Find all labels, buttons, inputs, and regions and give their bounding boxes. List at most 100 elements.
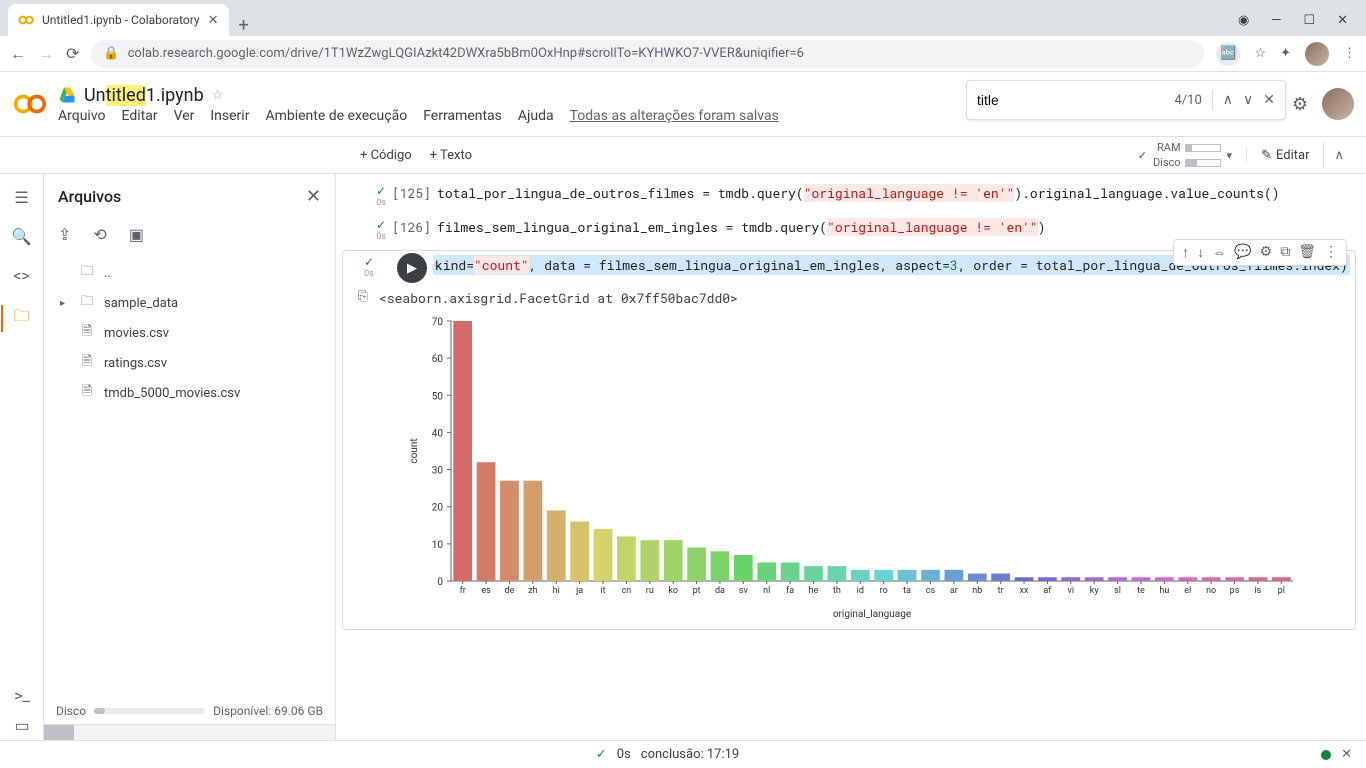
- move-up-icon[interactable]: ↑: [1182, 244, 1189, 261]
- menu-editar[interactable]: Editar: [122, 108, 158, 124]
- cell-code[interactable]: filmes_sem_lingua_original_em_ingles = t…: [437, 216, 1356, 238]
- files-icon[interactable]: 🗀: [1, 305, 29, 332]
- disk-usage: Disco Disponível: 69.06 GB: [44, 698, 335, 724]
- bookmark-icon[interactable]: ☆: [1254, 46, 1266, 61]
- refresh-icon[interactable]: ⟲: [93, 225, 106, 244]
- new-tab-button[interactable]: +: [229, 15, 259, 36]
- code-cell-active[interactable]: ↑ ↓ ⇔ 💬 ⚙ ⧉ 🗑 ⋮ ✓0s ▶ kind="count", data…: [342, 250, 1356, 630]
- svg-text:da: da: [715, 586, 725, 596]
- reload-button[interactable]: ⟳: [66, 44, 79, 63]
- cell-prompt: [126]: [392, 216, 431, 236]
- forward-button[interactable]: →: [38, 44, 54, 64]
- svg-text:50: 50: [432, 391, 444, 402]
- edit-mode-button[interactable]: ✎ Editar: [1246, 148, 1309, 163]
- folder-sample-data[interactable]: ▸🗀sample_data: [54, 288, 325, 318]
- menu-ver[interactable]: Ver: [174, 108, 195, 124]
- svg-text:fr: fr: [460, 586, 466, 596]
- cell-prompt: [125]: [392, 182, 431, 202]
- menu-ambiente[interactable]: Ambiente de execução: [265, 108, 407, 124]
- svg-text:40: 40: [432, 428, 444, 439]
- status-close-icon[interactable]: ✕: [1341, 747, 1352, 762]
- user-avatar[interactable]: [1322, 88, 1354, 120]
- resource-indicator[interactable]: ✓ RAM Disco ▾: [1138, 141, 1232, 169]
- svg-text:ky: ky: [1090, 586, 1100, 596]
- maximize-icon[interactable]: ☐: [1303, 13, 1315, 28]
- chrome-menu-icon[interactable]: ⋮: [1343, 46, 1356, 61]
- translate-icon[interactable]: 🔤: [1216, 42, 1240, 66]
- move-down-icon[interactable]: ↓: [1197, 244, 1204, 261]
- code-cell-125[interactable]: ✓0s [125] total_por_lingua_de_outros_fil…: [342, 182, 1356, 208]
- link-icon[interactable]: ⇔: [1212, 244, 1226, 261]
- menu-arquivo[interactable]: Arquivo: [58, 108, 106, 124]
- svg-text:hi: hi: [553, 586, 560, 596]
- record-icon[interactable]: ◉: [1238, 13, 1249, 28]
- status-check-icon: ✓: [596, 747, 607, 762]
- output-collapse-icon[interactable]: ⎘: [353, 289, 373, 307]
- file-ratings[interactable]: 🗎ratings.csv: [54, 348, 325, 378]
- search-icon[interactable]: 🔍: [12, 227, 32, 246]
- svg-text:af: af: [1043, 586, 1052, 596]
- find-next-icon[interactable]: ∨: [1243, 92, 1253, 108]
- cell-menu-icon[interactable]: ⋮: [1324, 244, 1338, 261]
- svg-text:nl: nl: [763, 586, 770, 596]
- browser-tab[interactable]: Untitled1.ipynb - Colaboratory ✕: [8, 4, 229, 36]
- snippets-icon[interactable]: <>: [13, 266, 30, 285]
- svg-text:es: es: [481, 586, 491, 596]
- mirror-icon[interactable]: ⧉: [1280, 244, 1290, 261]
- tab-close-icon[interactable]: ✕: [208, 13, 219, 28]
- status-time: 0s: [617, 747, 631, 762]
- add-code-button[interactable]: + Código: [360, 148, 412, 163]
- profile-avatar[interactable]: [1305, 42, 1329, 66]
- svg-text:cn: cn: [622, 586, 632, 596]
- file-tmdb[interactable]: 🗎tmdb_5000_movies.csv: [54, 378, 325, 408]
- minimize-icon[interactable]: —: [1271, 13, 1281, 28]
- settings-cell-icon[interactable]: ⚙: [1260, 244, 1273, 261]
- extensions-icon[interactable]: ✦: [1280, 46, 1291, 61]
- svg-text:original_language: original_language: [833, 609, 911, 620]
- svg-text:xx: xx: [1020, 586, 1029, 596]
- menu-ferramentas[interactable]: Ferramentas: [423, 108, 502, 124]
- panel-scrollbar[interactable]: [44, 724, 335, 740]
- svg-text:ro: ro: [880, 586, 888, 596]
- svg-text:he: he: [809, 586, 819, 596]
- file-parent[interactable]: 🗀..: [54, 258, 325, 288]
- check-icon: ✓: [376, 184, 386, 198]
- chevron-down-icon[interactable]: ▾: [1227, 149, 1233, 162]
- svg-text:hu: hu: [1159, 586, 1169, 596]
- comment-icon[interactable]: 💬: [1234, 244, 1251, 261]
- panel-close-icon[interactable]: ✕: [306, 186, 321, 207]
- upload-icon[interactable]: ⇪: [58, 225, 71, 244]
- svg-text:pl: pl: [1278, 586, 1285, 596]
- variables-icon[interactable]: ▭: [14, 716, 29, 735]
- menu-ajuda[interactable]: Ajuda: [518, 108, 554, 124]
- svg-text:sl: sl: [1114, 586, 1121, 596]
- expand-button[interactable]: ∧: [1323, 142, 1354, 169]
- find-input[interactable]: [977, 92, 1164, 108]
- status-msg: conclusão: 17:19: [641, 747, 739, 762]
- cell-code[interactable]: total_por_lingua_de_outros_filmes = tmdb…: [437, 182, 1356, 204]
- settings-icon[interactable]: ⚙: [1292, 94, 1308, 115]
- svg-text:is: is: [1254, 586, 1261, 596]
- find-prev-icon[interactable]: ∧: [1223, 92, 1233, 108]
- back-button[interactable]: ←: [10, 44, 26, 64]
- toc-icon[interactable]: ☰: [14, 188, 28, 207]
- run-cell-button[interactable]: ▶: [397, 253, 427, 283]
- tab-title: Untitled1.ipynb - Colaboratory: [42, 13, 200, 27]
- svg-text:60: 60: [432, 354, 444, 365]
- star-icon[interactable]: ☆: [212, 88, 224, 103]
- lock-icon: 🔒: [103, 46, 119, 61]
- add-text-button[interactable]: + Texto: [430, 148, 472, 163]
- document-title[interactable]: Untitled1.ipynb: [84, 85, 204, 106]
- svg-text:id: id: [857, 586, 864, 596]
- find-close-icon[interactable]: ✕: [1263, 92, 1275, 108]
- menu-inserir[interactable]: Inserir: [210, 108, 249, 124]
- mount-drive-icon[interactable]: ▣: [129, 225, 144, 244]
- close-window-icon[interactable]: ✕: [1337, 13, 1348, 28]
- svg-text:el: el: [1184, 586, 1191, 596]
- delete-cell-icon[interactable]: 🗑: [1298, 244, 1316, 261]
- svg-text:nb: nb: [972, 586, 982, 596]
- file-movies[interactable]: 🗎movies.csv: [54, 318, 325, 348]
- url-input[interactable]: 🔒 colab.research.google.com/drive/1T1WzZ…: [91, 40, 1204, 68]
- terminal-icon[interactable]: >_: [14, 686, 30, 705]
- files-title: Arquivos: [58, 187, 296, 206]
